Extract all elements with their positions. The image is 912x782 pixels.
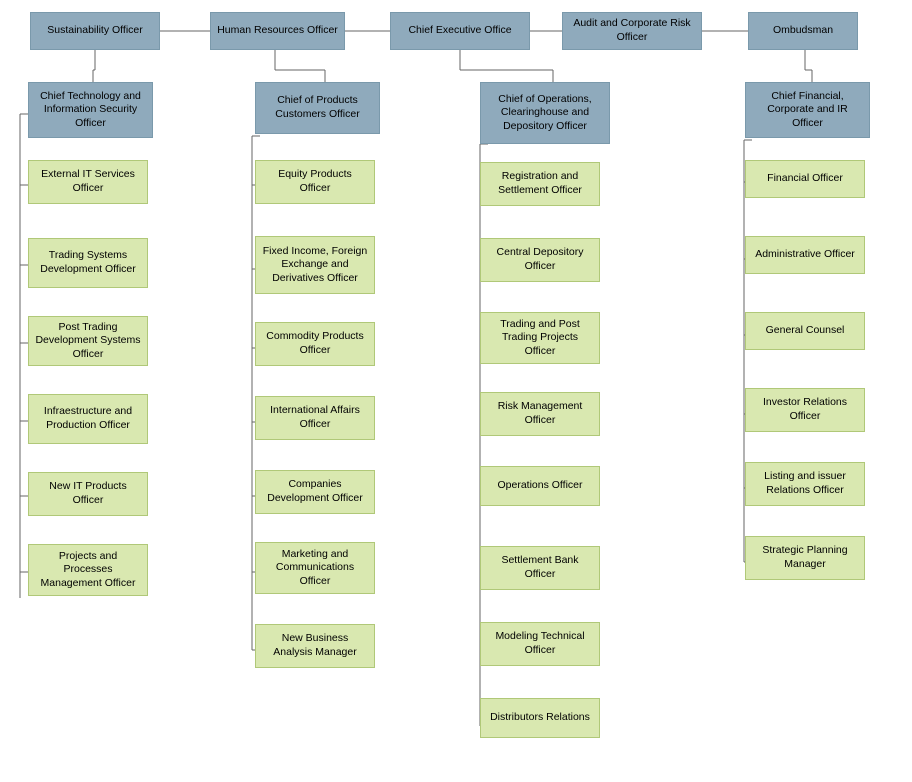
commodity-products: Commodity Products Officer bbox=[255, 322, 375, 366]
projects-processes: Projects and Processes Management Office… bbox=[28, 544, 148, 596]
cto: Chief Technology and Information Securit… bbox=[28, 82, 153, 138]
new-business: New Business Analysis Manager bbox=[255, 624, 375, 668]
risk-management: Risk Management Officer bbox=[480, 392, 600, 436]
coo: Chief of Operations, Clearinghouse and D… bbox=[480, 82, 610, 144]
settlement-bank: Settlement Bank Officer bbox=[480, 546, 600, 590]
trading-systems: Trading Systems Development Officer bbox=[28, 238, 148, 288]
general-counsel: General Counsel bbox=[745, 312, 865, 350]
human-resources-officer: Human Resources Officer bbox=[210, 12, 345, 50]
companies-dev: Companies Development Officer bbox=[255, 470, 375, 514]
new-it-products: New IT Products Officer bbox=[28, 472, 148, 516]
cpo: Chief of Products Customers Officer bbox=[255, 82, 380, 134]
strategic-planning: Strategic Planning Manager bbox=[745, 536, 865, 580]
fixed-income: Fixed Income, Foreign Exchange and Deriv… bbox=[255, 236, 375, 294]
ceo: Chief Executive Office bbox=[390, 12, 530, 50]
central-depository: Central Depository Officer bbox=[480, 238, 600, 282]
registration-settlement: Registration and Settlement Officer bbox=[480, 162, 600, 206]
cfo: Chief Financial, Corporate and IR Office… bbox=[745, 82, 870, 138]
audit-officer: Audit and Corporate Risk Officer bbox=[562, 12, 702, 50]
ext-it-services: External IT Services Officer bbox=[28, 160, 148, 204]
operations-officer: Operations Officer bbox=[480, 466, 600, 506]
intl-affairs: International Affairs Officer bbox=[255, 396, 375, 440]
sustainability-officer: Sustainability Officer bbox=[30, 12, 160, 50]
infra-production: Infraestructure and Production Officer bbox=[28, 394, 148, 444]
post-trading: Post Trading Development Systems Officer bbox=[28, 316, 148, 366]
admin-officer: Administrative Officer bbox=[745, 236, 865, 274]
investor-relations: Investor Relations Officer bbox=[745, 388, 865, 432]
listing-issuer: Listing and issuer Relations Officer bbox=[745, 462, 865, 506]
distributors-relations: Distributors Relations bbox=[480, 698, 600, 738]
org-chart: Sustainability Officer Human Resources O… bbox=[0, 0, 912, 20]
modeling-technical: Modeling Technical Officer bbox=[480, 622, 600, 666]
ombudsman: Ombudsman bbox=[748, 12, 858, 50]
financial-officer: Financial Officer bbox=[745, 160, 865, 198]
marketing-comms: Marketing and Communications Officer bbox=[255, 542, 375, 594]
trading-post-projects: Trading and Post Trading Projects Office… bbox=[480, 312, 600, 364]
equity-products: Equity Products Officer bbox=[255, 160, 375, 204]
